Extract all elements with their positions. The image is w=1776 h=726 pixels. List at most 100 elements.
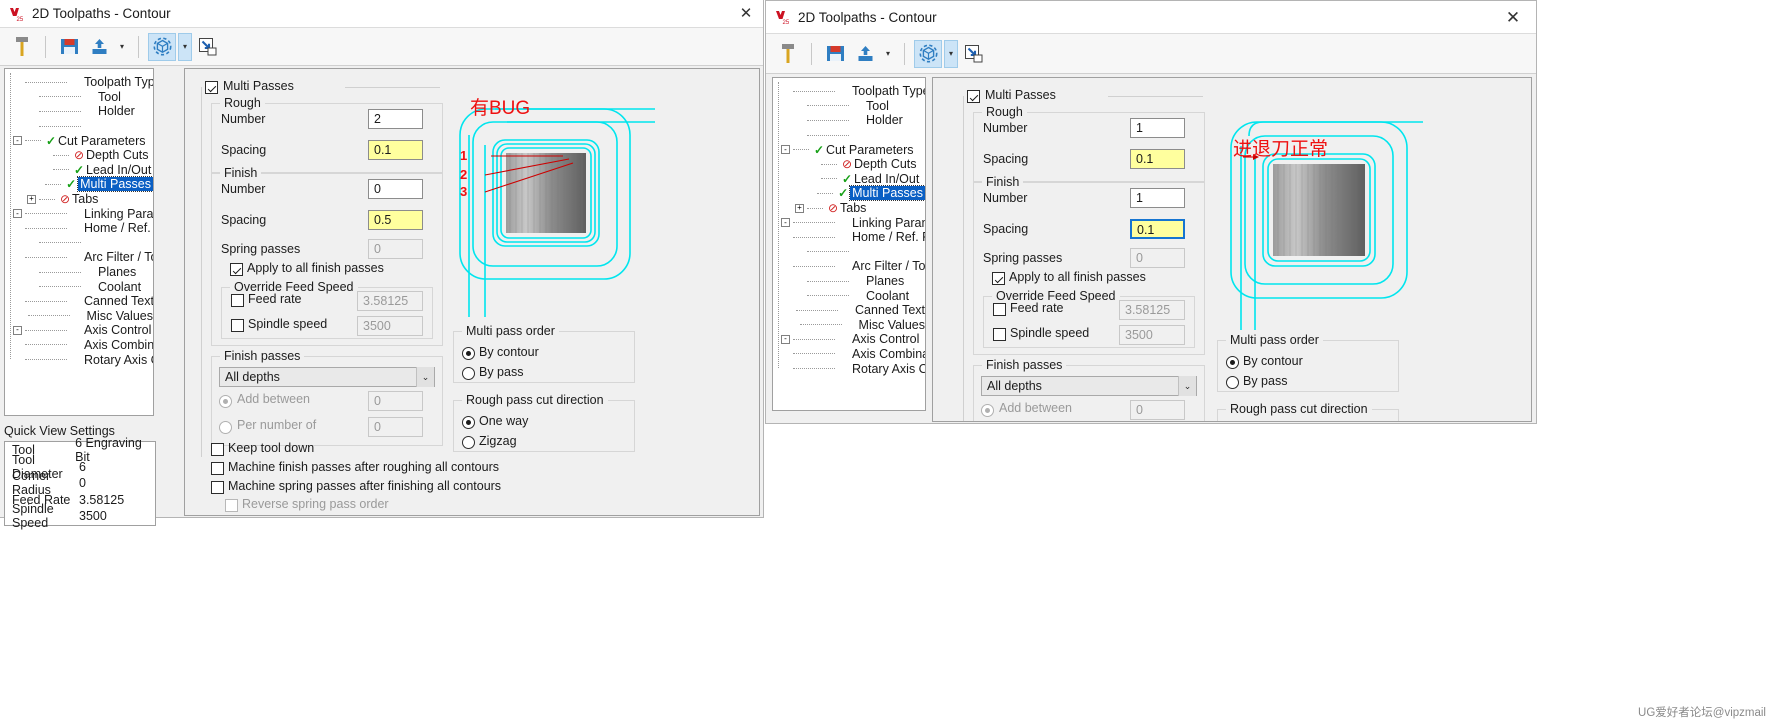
rough-number-input-right[interactable]: 1 bbox=[1130, 118, 1185, 138]
apply-all-finish-passes-checkbox[interactable] bbox=[230, 263, 243, 276]
tree-node[interactable]: + ⊘ Tabs bbox=[781, 201, 925, 216]
tree-node[interactable]: ✓ Lead In/Out bbox=[781, 172, 925, 187]
tree-node[interactable]: Toolpath Type bbox=[781, 84, 925, 99]
tree-node[interactable]: Canned Text bbox=[781, 303, 925, 318]
tree-node[interactable]: Axis Combination bbox=[13, 338, 153, 353]
tree-spacer bbox=[13, 236, 153, 251]
rough-spacing-input[interactable]: 0.1 bbox=[368, 140, 423, 160]
tree-node[interactable]: ⊘ Depth Cuts bbox=[13, 148, 153, 163]
restore-down-icon-right[interactable] bbox=[960, 40, 988, 68]
tree-connector-dots bbox=[39, 110, 81, 112]
tree-node[interactable]: Coolant bbox=[13, 279, 153, 294]
finish-spacing-input[interactable]: 0.5 bbox=[368, 210, 423, 230]
tree-node[interactable]: Rotary Axis Control bbox=[781, 361, 925, 376]
export-icon-right[interactable] bbox=[851, 40, 879, 68]
expand-icon[interactable]: + bbox=[795, 203, 804, 213]
solid-preview-icon[interactable] bbox=[148, 32, 176, 61]
right-tree[interactable]: Toolpath Type Tool Holder - ✓ Cut Parameters ⊘… bbox=[773, 78, 925, 376]
tool-bit-icon[interactable] bbox=[8, 33, 36, 61]
tree-node[interactable]: + ⊘ Tabs bbox=[13, 192, 153, 207]
preview-dropdown-caret-right[interactable]: ▾ bbox=[944, 39, 958, 68]
expand-icon[interactable]: + bbox=[27, 194, 36, 204]
depths-select-right[interactable]: All depths ⌄ bbox=[981, 376, 1197, 396]
preview-dropdown-caret[interactable]: ▾ bbox=[178, 32, 192, 61]
collapse-icon[interactable]: - bbox=[13, 136, 22, 146]
tree-node[interactable]: Arc Filter / Tolerance bbox=[13, 250, 153, 265]
spindle-speed-checkbox[interactable] bbox=[231, 319, 244, 332]
tree-node[interactable]: Home / Ref. Points bbox=[13, 221, 153, 236]
tree-node[interactable]: Holder bbox=[781, 113, 925, 128]
by-pass-radio-right[interactable] bbox=[1226, 376, 1239, 389]
collapse-icon[interactable]: - bbox=[781, 334, 790, 344]
save-icon-right[interactable] bbox=[821, 40, 849, 68]
finish-number-input[interactable]: 0 bbox=[368, 179, 423, 199]
tree-node[interactable]: Tool bbox=[13, 90, 153, 105]
left-tree[interactable]: Toolpath Type Tool Holder - ✓ Cut Parameters ⊘… bbox=[5, 69, 153, 367]
tree-node[interactable]: - Linking Parameters bbox=[13, 206, 153, 221]
tree-node[interactable]: Misc Values bbox=[781, 318, 925, 333]
tree-node[interactable]: - ✓ Cut Parameters bbox=[781, 142, 925, 157]
tree-node[interactable]: Planes bbox=[13, 265, 153, 280]
spindle-speed-checkbox-right[interactable] bbox=[993, 328, 1006, 341]
multi-passes-checkbox-right[interactable] bbox=[967, 90, 980, 103]
tree-node[interactable]: Rotary Axis Control bbox=[13, 352, 153, 367]
feed-rate-checkbox-right[interactable] bbox=[993, 303, 1006, 316]
tree-node[interactable]: Toolpath Type bbox=[13, 75, 153, 90]
export-icon[interactable] bbox=[85, 33, 113, 61]
export-dropdown-caret[interactable]: ▾ bbox=[115, 33, 129, 61]
add-between-radio[interactable] bbox=[219, 395, 232, 408]
tree-node[interactable]: ✓ Lead In/Out bbox=[13, 163, 153, 178]
tree-node[interactable]: Misc Values bbox=[13, 309, 153, 324]
tree-node[interactable]: Planes bbox=[781, 274, 925, 289]
restore-down-icon[interactable] bbox=[194, 33, 222, 61]
collapse-icon[interactable]: - bbox=[781, 145, 790, 155]
add-between-radio-right[interactable] bbox=[981, 404, 994, 417]
machine-finish-passes-checkbox[interactable] bbox=[211, 462, 224, 475]
rough-number-input[interactable]: 2 bbox=[368, 109, 423, 129]
export-dropdown-caret-right[interactable]: ▾ bbox=[881, 40, 895, 68]
tree-node-label: Planes bbox=[98, 265, 137, 280]
right-navigation-tree-panel[interactable]: Toolpath Type Tool Holder - ✓ Cut Parameters ⊘… bbox=[772, 77, 926, 411]
tool-bit-icon-right[interactable] bbox=[774, 40, 802, 68]
depths-select[interactable]: All depths ⌄ bbox=[219, 367, 435, 387]
multi-passes-checkbox[interactable] bbox=[205, 81, 218, 94]
collapse-icon[interactable]: - bbox=[781, 218, 790, 228]
one-way-radio[interactable] bbox=[462, 416, 475, 429]
by-pass-radio[interactable] bbox=[462, 367, 475, 380]
by-contour-radio-right[interactable] bbox=[1226, 356, 1239, 369]
left-close-button[interactable]: ✕ bbox=[729, 0, 763, 27]
collapse-icon[interactable]: - bbox=[13, 325, 22, 335]
solid-preview-icon-right[interactable] bbox=[914, 39, 942, 68]
save-icon[interactable] bbox=[55, 33, 83, 61]
tree-node-label: Lead In/Out bbox=[86, 162, 152, 177]
tree-node[interactable]: - ✓ Cut Parameters bbox=[13, 133, 153, 148]
chevron-down-icon-right[interactable]: ⌄ bbox=[1178, 376, 1196, 396]
tree-node[interactable]: Arc Filter / Tolerance bbox=[781, 259, 925, 274]
machine-spring-passes-checkbox[interactable] bbox=[211, 481, 224, 494]
tree-node[interactable]: - Linking Parameters bbox=[781, 215, 925, 230]
tree-node[interactable]: ⊘ Depth Cuts bbox=[781, 157, 925, 172]
tree-node[interactable]: Tool bbox=[781, 99, 925, 114]
tree-node[interactable]: ✓ Multi Passes bbox=[13, 176, 153, 193]
left-navigation-tree-panel[interactable]: Toolpath Type Tool Holder - ✓ Cut Parameters ⊘… bbox=[4, 68, 154, 416]
collapse-icon[interactable]: - bbox=[13, 209, 22, 219]
feed-rate-checkbox[interactable] bbox=[231, 294, 244, 307]
zigzag-radio[interactable] bbox=[462, 436, 475, 449]
tree-node[interactable]: - Axis Control bbox=[13, 323, 153, 338]
chevron-down-icon[interactable]: ⌄ bbox=[416, 367, 434, 387]
apply-all-finish-passes-checkbox-right[interactable] bbox=[992, 272, 1005, 285]
finish-number-input-right[interactable]: 1 bbox=[1130, 188, 1185, 208]
tree-node[interactable]: Home / Ref. Points bbox=[781, 230, 925, 245]
rough-spacing-input-right[interactable]: 0.1 bbox=[1130, 149, 1185, 169]
by-contour-radio[interactable] bbox=[462, 347, 475, 360]
right-close-button[interactable]: ✕ bbox=[1496, 1, 1530, 33]
tree-node[interactable]: Axis Combination bbox=[781, 347, 925, 362]
tree-node[interactable]: - Axis Control bbox=[781, 332, 925, 347]
tree-node[interactable]: Coolant bbox=[781, 288, 925, 303]
keep-tool-down-checkbox[interactable] bbox=[211, 443, 224, 456]
tree-node[interactable]: Canned Text bbox=[13, 294, 153, 309]
tree-node[interactable]: ✓ Multi Passes bbox=[781, 185, 925, 202]
per-number-of-radio[interactable] bbox=[219, 421, 232, 434]
tree-node[interactable]: Holder bbox=[13, 104, 153, 119]
finish-spacing-input-right[interactable]: 0.1 bbox=[1130, 219, 1185, 239]
